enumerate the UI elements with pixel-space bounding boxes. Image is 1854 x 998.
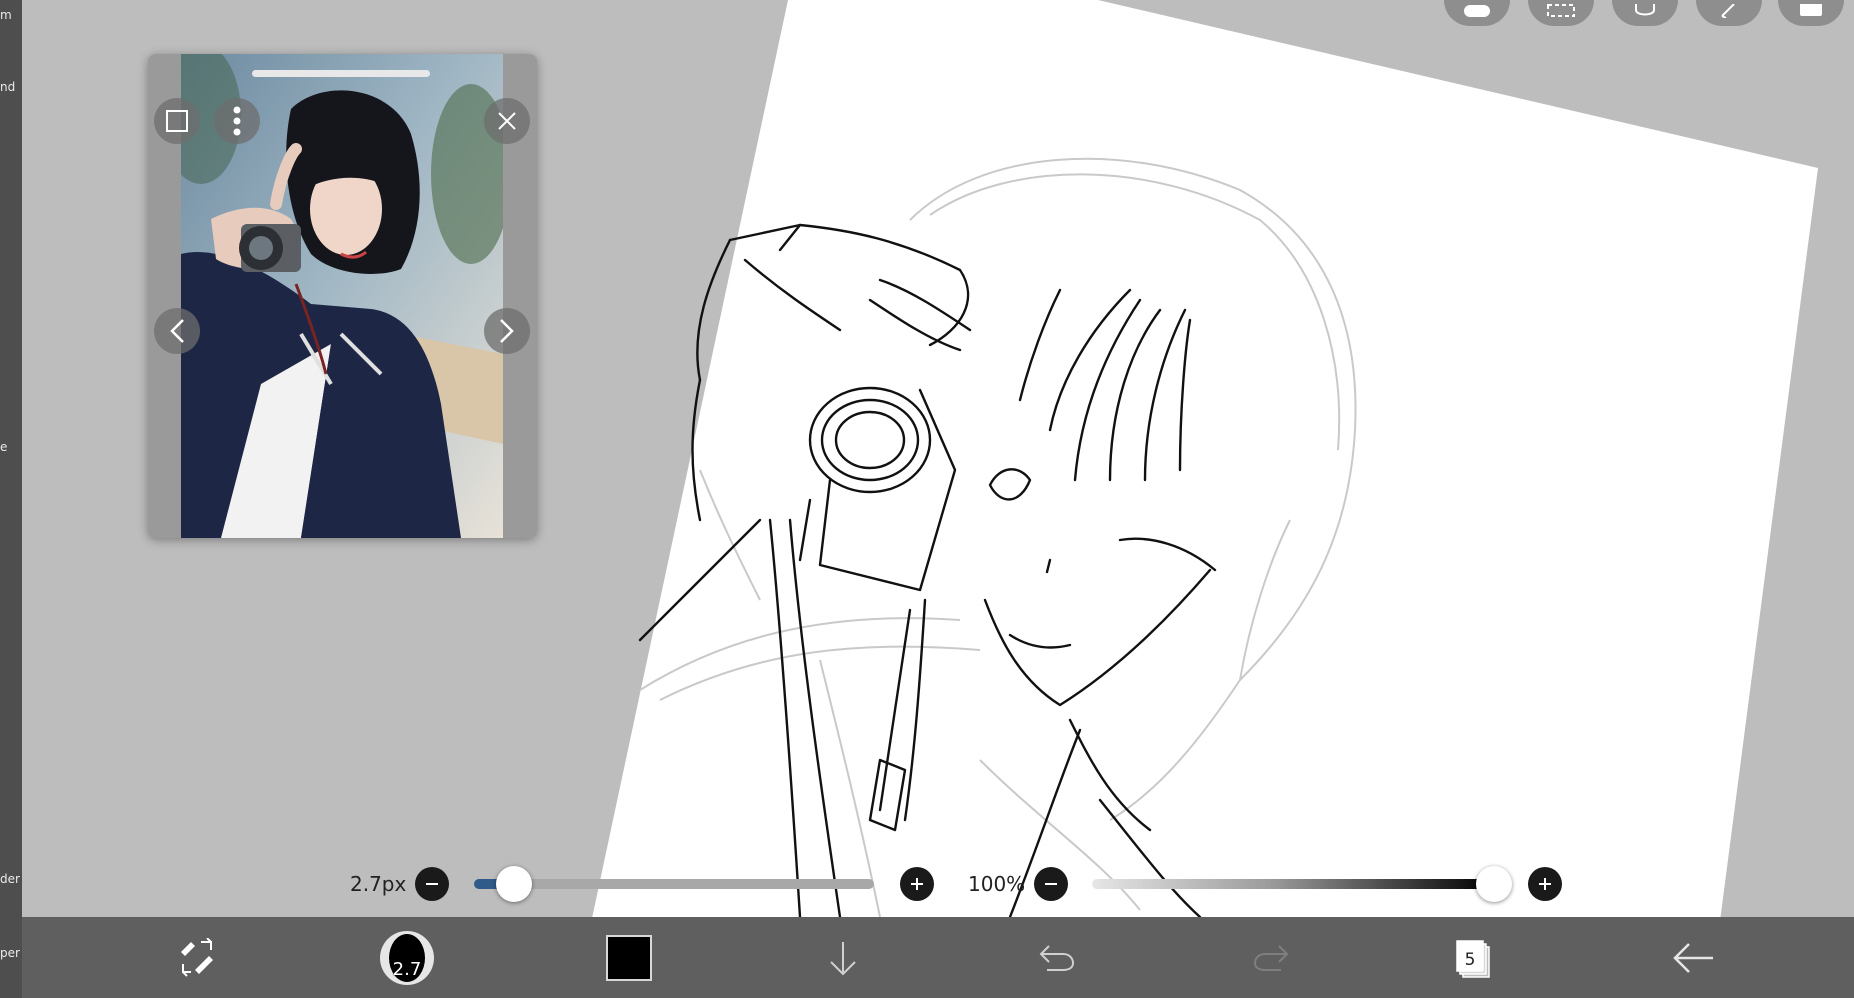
bottom-toolbar: 2.7 5 <box>22 917 1854 998</box>
minus-icon <box>426 883 438 885</box>
layers-button[interactable]: 5 <box>1436 917 1506 998</box>
brush-size-badge: 2.7 <box>392 958 422 980</box>
fit-frame-icon <box>166 110 188 132</box>
selection-icon <box>1547 4 1575 17</box>
opacity-value: 100% <box>968 872 1026 896</box>
close-icon <box>498 112 516 130</box>
plus-icon <box>1539 878 1551 890</box>
undo-icon <box>1039 944 1075 971</box>
opacity-increase-button[interactable] <box>1528 867 1562 901</box>
layer-menu-icon <box>1800 4 1822 16</box>
more-options-icon <box>233 106 241 136</box>
opacity-decrease-button[interactable] <box>1034 867 1068 901</box>
cloud-toggle-icon <box>1464 5 1490 17</box>
left-strip-text: e <box>0 440 8 454</box>
reference-image-window[interactable] <box>148 54 537 538</box>
brush-size-value: 2.7px <box>350 872 407 896</box>
layer-count: 5 <box>1464 949 1476 970</box>
download-button[interactable] <box>808 917 878 998</box>
brush-size-thumb[interactable] <box>496 866 532 902</box>
redo-icon <box>1253 944 1289 971</box>
undo-button[interactable] <box>1022 917 1092 998</box>
left-strip-text: nd <box>0 80 16 94</box>
color-swatch <box>606 934 652 981</box>
previous-image-button[interactable] <box>154 308 200 354</box>
close-reference-button[interactable] <box>484 98 530 144</box>
color-picker-button[interactable] <box>594 917 664 998</box>
back-button[interactable] <box>1648 917 1738 998</box>
brush-size-slider[interactable] <box>474 879 874 889</box>
left-strip-text: per <box>0 946 20 960</box>
opacity-slider[interactable] <box>1092 879 1494 889</box>
size-decrease-button[interactable] <box>415 867 449 901</box>
canvas-paper <box>592 0 1818 917</box>
shape-icon <box>1635 4 1655 16</box>
brush-settings-button[interactable]: 2.7 <box>372 917 442 998</box>
more-options-button[interactable] <box>214 98 260 144</box>
brush-eraser-swap-icon <box>181 937 213 977</box>
window-drag-handle[interactable] <box>252 70 430 77</box>
brush-eraser-swap-button[interactable] <box>162 917 232 998</box>
left-strip-text: m <box>0 8 12 22</box>
next-image-button[interactable] <box>484 308 530 354</box>
back-icon <box>1673 942 1713 973</box>
brush-slider-row: 2.7px 100% <box>0 862 1854 906</box>
left-side-panel: m nd e der per <box>0 0 22 998</box>
plus-icon <box>911 878 923 890</box>
opacity-thumb[interactable] <box>1476 866 1512 902</box>
redo-button[interactable] <box>1236 917 1306 998</box>
minus-icon <box>1045 883 1057 885</box>
ruler-icon <box>1721 4 1735 18</box>
download-icon <box>830 941 856 975</box>
fit-frame-button[interactable] <box>154 98 200 144</box>
size-increase-button[interactable] <box>900 867 934 901</box>
next-icon <box>500 319 514 343</box>
previous-icon <box>170 319 184 343</box>
